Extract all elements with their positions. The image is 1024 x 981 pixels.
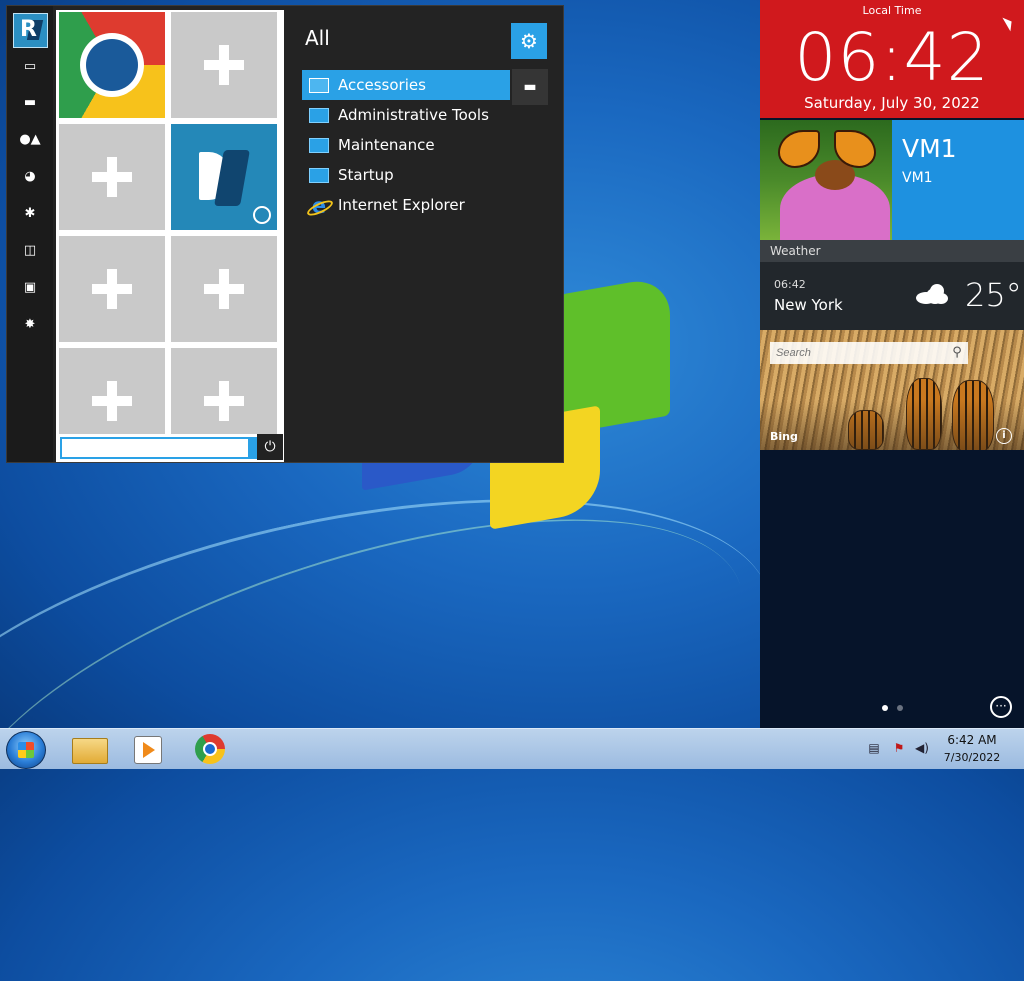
search-icon[interactable]: ⚲ bbox=[948, 344, 966, 362]
volume-icon[interactable]: ◀) bbox=[914, 741, 930, 755]
file-explorer-icon[interactable] bbox=[72, 738, 108, 764]
bing-label: Bing bbox=[770, 430, 798, 443]
plus-icon bbox=[92, 157, 132, 197]
power-button[interactable]: ⏻ bbox=[257, 434, 283, 460]
open-folder-button[interactable]: ▬ bbox=[512, 69, 548, 105]
page-dot-active[interactable] bbox=[882, 705, 888, 711]
program-label: Maintenance bbox=[338, 136, 435, 154]
menu-settings-button[interactable]: ⚙ bbox=[511, 23, 547, 59]
vm-title: VM1 bbox=[902, 134, 957, 163]
users-icon[interactable]: ●▲ bbox=[16, 129, 44, 151]
app-logo-icon[interactable]: R bbox=[13, 13, 48, 48]
action-center-flag-icon[interactable]: ⚑ bbox=[891, 741, 907, 755]
page-dot[interactable] bbox=[897, 705, 903, 711]
plus-icon bbox=[92, 269, 132, 309]
weather-tile[interactable]: 06:42 New York 25° bbox=[760, 262, 1024, 330]
start-search-bar: ⚲ bbox=[56, 434, 284, 462]
add-tile-button[interactable] bbox=[59, 236, 165, 342]
chrome-tile[interactable] bbox=[59, 12, 165, 118]
cloud-sun-icon bbox=[916, 284, 948, 304]
clock-date: Saturday, July 30, 2022 bbox=[804, 94, 980, 112]
clock-label: Local Time bbox=[862, 4, 922, 17]
programs-heading: All bbox=[305, 26, 330, 50]
weather-temperature: 25° bbox=[965, 276, 1022, 314]
butterfly-image[interactable] bbox=[760, 120, 892, 240]
vm-tile[interactable]: VM1 VM1 bbox=[892, 120, 1024, 240]
start-search-input[interactable] bbox=[60, 437, 250, 459]
bing-tile[interactable]: ⚲ Bing i bbox=[760, 330, 1024, 450]
program-label: Startup bbox=[338, 166, 394, 184]
plus-icon bbox=[204, 381, 244, 421]
add-tile-button[interactable] bbox=[59, 348, 165, 434]
weather-header: Weather bbox=[760, 240, 1024, 262]
settings-icon[interactable]: ✱ bbox=[16, 203, 44, 225]
clock-time: 06:42 bbox=[794, 19, 990, 96]
folder-icon bbox=[309, 138, 329, 153]
gear-icon[interactable]: ✸ bbox=[16, 314, 44, 336]
folder-icon bbox=[309, 168, 329, 183]
folder-icon bbox=[309, 78, 329, 93]
more-options-button[interactable]: ··· bbox=[990, 696, 1012, 718]
add-tile-button[interactable] bbox=[171, 236, 277, 342]
internet-explorer-icon: e bbox=[308, 195, 330, 217]
program-label: Accessories bbox=[338, 76, 426, 94]
taskbar-time[interactable]: 6:42 AM bbox=[930, 733, 1014, 747]
network-icon[interactable]: ◕ bbox=[16, 166, 44, 188]
right-widget-panel: Local Time 06:42 Saturday, July 30, 2022… bbox=[760, 0, 1024, 728]
pinned-tiles bbox=[56, 10, 284, 434]
network-icon[interactable]: ▤ bbox=[866, 741, 882, 755]
info-icon[interactable]: i bbox=[996, 428, 1012, 444]
program-label: Internet Explorer bbox=[338, 196, 465, 214]
program-item-internet-explorer[interactable]: e Internet Explorer bbox=[302, 190, 510, 220]
monitor-icon[interactable]: ▭ bbox=[16, 56, 44, 78]
clock-tile[interactable]: Local Time 06:42 Saturday, July 30, 2022 bbox=[760, 0, 1024, 118]
start-menu-sidebar: R ▭ ▬ ●▲ ◕ ✱ ◫ ▣ ✸ bbox=[7, 6, 53, 462]
taskbar-date[interactable]: 7/30/2022 bbox=[930, 751, 1014, 764]
display-icon[interactable]: ▣ bbox=[16, 277, 44, 299]
taskbar: ▤ ⚑ ◀) 6:42 AM 7/30/2022 bbox=[0, 728, 1024, 769]
program-item-administrative-tools[interactable]: Administrative Tools bbox=[302, 100, 510, 130]
plus-icon bbox=[204, 269, 244, 309]
plus-icon bbox=[92, 381, 132, 421]
add-tile-button[interactable] bbox=[59, 124, 165, 230]
program-item-accessories[interactable]: Accessories bbox=[302, 70, 510, 100]
folder-icon[interactable]: ▬ bbox=[16, 92, 44, 114]
program-label: Administrative Tools bbox=[338, 106, 489, 124]
media-player-icon[interactable] bbox=[134, 736, 162, 764]
add-tile-button[interactable] bbox=[171, 12, 277, 118]
refresh-icon bbox=[253, 206, 271, 224]
vm-subtitle: VM1 bbox=[902, 170, 933, 186]
start-button[interactable] bbox=[6, 731, 46, 769]
remote-app-tile[interactable] bbox=[171, 124, 277, 230]
program-item-startup[interactable]: Startup bbox=[302, 160, 510, 190]
weather-city: New York bbox=[774, 296, 843, 314]
folder-icon bbox=[309, 108, 329, 123]
plus-icon bbox=[204, 45, 244, 85]
bing-search-input[interactable] bbox=[770, 342, 968, 364]
start-menu: R ▭ ▬ ●▲ ◕ ✱ ◫ ▣ ✸ ⚲ ⏻ All ⚙ ▬ Accessori… bbox=[6, 5, 564, 463]
add-tile-button[interactable] bbox=[171, 348, 277, 434]
weather-time: 06:42 bbox=[774, 278, 806, 291]
program-item-maintenance[interactable]: Maintenance bbox=[302, 130, 510, 160]
chart-icon[interactable]: ◫ bbox=[16, 240, 44, 262]
chrome-icon[interactable] bbox=[195, 734, 225, 764]
